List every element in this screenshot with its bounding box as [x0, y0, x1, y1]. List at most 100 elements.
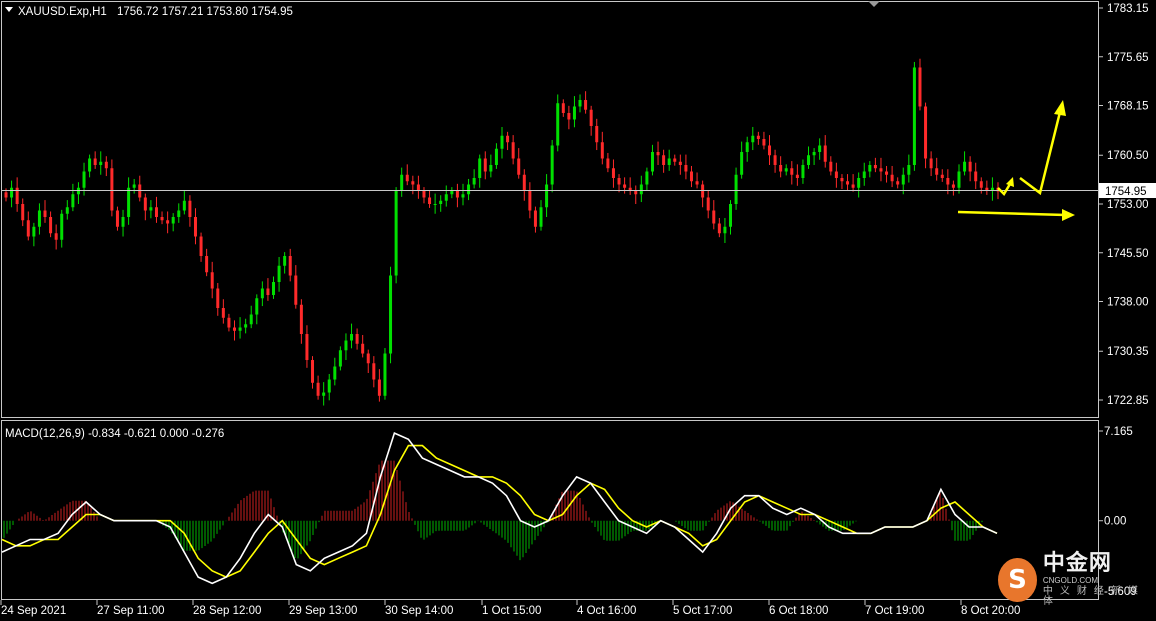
candle-body: [10, 187, 14, 198]
candle-body: [979, 181, 983, 188]
time-tick-label: 5 Oct 17:00: [673, 605, 732, 617]
candle-body: [589, 109, 593, 126]
candle-body: [383, 353, 387, 396]
chart-window: XAUUSD.Exp,H1 1756.72 1757.21 1753.80 17…: [0, 0, 1156, 621]
candle-body: [305, 334, 309, 361]
candle-body: [795, 174, 799, 178]
candle-body: [143, 197, 147, 211]
price-tick-label: 1730.35: [1107, 346, 1149, 358]
candle-body: [511, 142, 515, 159]
candle-body: [940, 174, 944, 178]
macd-tick-label: 7.165: [1104, 426, 1133, 438]
candle-body: [528, 190, 532, 211]
time-tick-label: 29 Sep 13:00: [289, 605, 357, 617]
candle-body: [121, 217, 125, 227]
candle-body: [556, 103, 560, 146]
logo-sub: CNGOLD.COM: [1042, 576, 1098, 585]
macd-label: MACD(12,26,9) -0.834 -0.621 0.000 -0.276: [5, 428, 224, 440]
candle-body: [43, 210, 47, 218]
time-tick-label: 6 Oct 18:00: [769, 605, 828, 617]
time-tick-label: 30 Sep 14:00: [385, 605, 453, 617]
candle-body: [37, 210, 41, 227]
candle-body: [812, 151, 816, 156]
candle-body: [149, 207, 153, 211]
current-price-text: 1754.95: [1105, 186, 1147, 198]
candle-body: [673, 158, 677, 162]
candle-body: [389, 275, 393, 354]
candle-body: [322, 392, 326, 396]
candle-body: [366, 353, 370, 364]
candle-body: [818, 145, 822, 152]
candle-body: [450, 190, 454, 195]
candle-body: [974, 171, 978, 182]
candle-body: [260, 288, 264, 299]
price-tick-label: 1775.65: [1107, 52, 1149, 64]
price-tick-label: 1722.85: [1107, 395, 1149, 407]
macd-tick-label: 0.00: [1104, 516, 1126, 528]
candle-body: [288, 256, 292, 276]
logo-icon: S: [998, 558, 1037, 602]
candle-body: [689, 171, 693, 182]
candle-body: [907, 164, 911, 175]
candle-body: [82, 171, 86, 188]
candle-body: [88, 158, 92, 172]
price-tick-label: 1738.00: [1107, 297, 1149, 309]
candle-body: [606, 158, 610, 169]
candle-body: [99, 161, 103, 165]
candle-body: [372, 363, 376, 380]
candle-body: [132, 184, 136, 188]
candle-body: [377, 379, 381, 396]
logo-main: 中金网: [1042, 551, 1112, 576]
candle-body: [411, 181, 415, 185]
candle-body: [734, 174, 738, 204]
candle-body: [272, 282, 276, 296]
candle-body: [901, 174, 905, 185]
candle-body: [717, 223, 721, 234]
candle-body: [249, 314, 253, 325]
candle-body: [712, 210, 716, 224]
candle-body: [873, 164, 877, 169]
candle-body: [840, 177, 844, 182]
candle-body: [199, 236, 203, 257]
candle-body: [862, 171, 866, 178]
candle-body: [773, 155, 777, 165]
candle-body: [422, 190, 426, 198]
price-tick-label: 1753.00: [1107, 199, 1149, 211]
candle-body: [316, 382, 320, 396]
candle-body: [924, 106, 928, 159]
candle-body: [327, 379, 331, 393]
candle-body: [751, 135, 755, 143]
candle-body: [522, 174, 526, 191]
candle-body: [768, 145, 772, 156]
candle-body: [350, 334, 354, 341]
candle-body: [238, 327, 242, 331]
candle-body: [545, 184, 549, 208]
candle-body: [634, 190, 638, 195]
candle-body: [489, 164, 493, 172]
candle-body: [227, 317, 231, 328]
candle-body: [433, 204, 437, 205]
candle-body: [896, 181, 900, 185]
candle-body: [829, 161, 833, 172]
symbol-label[interactable]: XAUUSD.Exp,H1: [18, 6, 107, 18]
candle-body: [784, 168, 788, 172]
watermark-logo: S 中金网 CNGOLD.COM 中义财经新媒体: [998, 548, 1148, 612]
candle-body: [879, 168, 883, 172]
candle-body: [951, 184, 955, 188]
candle-body: [539, 207, 543, 227]
candle-body: [678, 161, 682, 165]
candle-body: [104, 161, 108, 169]
candle-body: [26, 220, 30, 237]
ohlc-readout: 1756.72 1757.21 1753.80 1754.95: [117, 6, 293, 18]
candle-body: [54, 233, 58, 240]
candle-body: [4, 192, 8, 198]
candle-body: [779, 164, 783, 172]
candle-body: [311, 360, 315, 383]
price-tick-label: 1783.15: [1107, 3, 1149, 15]
candle-body: [115, 210, 119, 227]
candle-body: [266, 288, 270, 296]
candle-body: [333, 366, 337, 380]
candle-body: [533, 210, 537, 227]
candle-body: [968, 161, 972, 172]
price-tick-label: 1768.15: [1107, 101, 1149, 113]
